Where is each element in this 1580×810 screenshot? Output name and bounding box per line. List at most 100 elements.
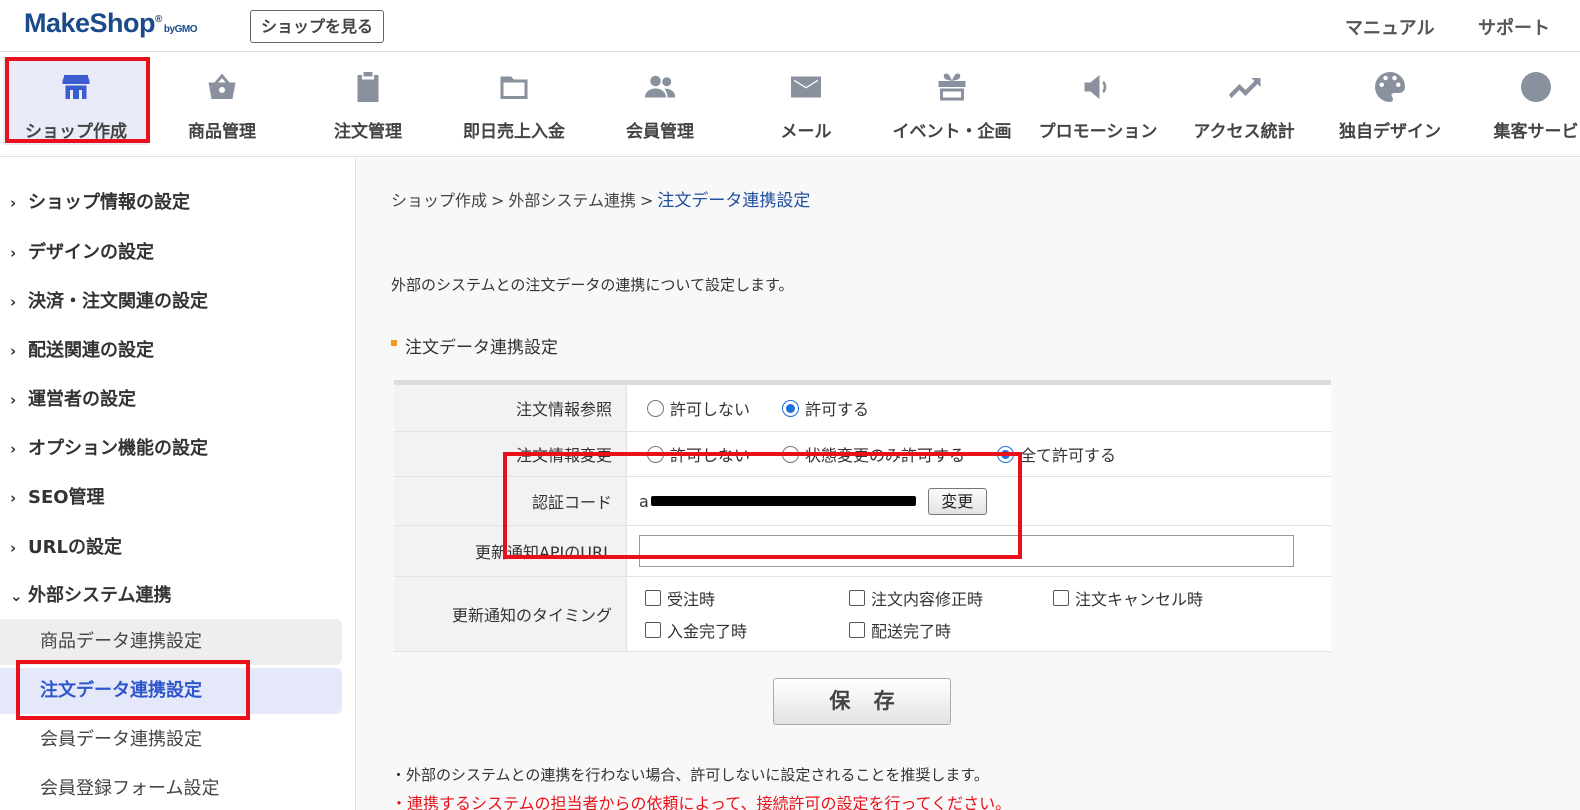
palette-icon xyxy=(1317,69,1463,113)
sidebar-item-operator[interactable]: › 運営者の設定 xyxy=(10,385,136,411)
sidebar-item-label: 運営者の設定 xyxy=(28,389,136,410)
radio-label: 全て許可する xyxy=(1020,446,1117,465)
chevron-right-icon: › xyxy=(10,539,17,557)
nav-item-marketing[interactable]: 集客サービ xyxy=(1463,57,1580,145)
logo-reg-mark: ® xyxy=(155,14,162,25)
mail-icon xyxy=(733,69,879,113)
nav-item-access-stats[interactable]: アクセス統計 xyxy=(1171,57,1317,145)
checkbox-on-order-cancel[interactable]: 注文キャンセル時 xyxy=(1053,586,1253,610)
chevron-right-icon: › xyxy=(10,391,17,409)
checkbox-box xyxy=(849,622,865,638)
form-value: 許可しない 許可する xyxy=(627,385,1331,431)
checkbox-label: 注文キャンセル時 xyxy=(1075,590,1204,609)
radio-circle xyxy=(647,399,664,417)
sidebar-item-shop-info[interactable]: › ショップ情報の設定 xyxy=(10,188,190,214)
nav-label: プロモーション xyxy=(1038,122,1158,142)
breadcrumb-separator: > xyxy=(639,191,654,210)
sidebar-item-shipping[interactable]: › 配送関連の設定 xyxy=(10,336,154,362)
main-nav: ショップ作成 商品管理 注文管理 即日売上入金 会員管理 メール イベント・企画… xyxy=(0,53,1580,157)
checkbox-box xyxy=(1053,590,1069,606)
nav-item-promotion[interactable]: プロモーション xyxy=(1025,57,1171,145)
chevron-down-icon: ⌄ xyxy=(10,587,23,605)
checkbox-box xyxy=(645,622,661,638)
radio-order-view-allow[interactable]: 許可する xyxy=(782,396,869,420)
speaker-icon xyxy=(1025,69,1171,113)
top-bar: MakeShop®byGMO ショップを見る マニュアル サポート xyxy=(0,0,1580,52)
section-title-text: 注文データ連携設定 xyxy=(405,338,558,358)
sidebar-item-label: 外部システム連携 xyxy=(28,585,172,606)
nav-item-members[interactable]: 会員管理 xyxy=(587,57,733,145)
checkbox-label: 配送完了時 xyxy=(871,622,952,641)
sidebar-item-label: SEO管理 xyxy=(28,487,105,508)
breadcrumb-item[interactable]: ショップ作成 xyxy=(391,191,487,210)
nav-label: 注文管理 xyxy=(334,122,402,142)
checkbox-box xyxy=(849,590,865,606)
support-link[interactable]: サポート xyxy=(1478,14,1550,40)
form-row-order-view: 注文情報参照 許可しない 許可する xyxy=(394,385,1331,432)
sidebar-item-label: オプション機能の設定 xyxy=(28,438,208,459)
chevron-right-icon: › xyxy=(10,194,17,212)
breadcrumb-item[interactable]: 外部システム連携 xyxy=(508,191,636,210)
nav-label: 集客サービ xyxy=(1493,122,1579,142)
view-shop-button[interactable]: ショップを見る xyxy=(250,10,385,43)
nav-label: 即日売上入金 xyxy=(463,122,565,142)
note-warning: ・連携するシステムの担当者からの依頼によって、接続許可の設定を行ってください。 xyxy=(391,794,1012,810)
nav-item-products[interactable]: 商品管理 xyxy=(149,57,295,145)
logo-shop-text: Shop xyxy=(89,8,156,38)
checkbox-label: 受注時 xyxy=(667,590,716,609)
chevron-right-icon: › xyxy=(10,440,17,458)
globe-icon xyxy=(1463,69,1580,113)
nav-label: 商品管理 xyxy=(188,122,256,142)
sidebar-item-payment[interactable]: › 決済・注文関連の設定 xyxy=(10,287,208,313)
people-icon xyxy=(587,69,733,113)
timing-checkbox-group: 受注時 注文内容修正時 注文キャンセル時 入金完了時 配送完了時 xyxy=(645,586,1253,642)
save-button[interactable]: 保 存 xyxy=(773,678,951,725)
breadcrumb: ショップ作成 > 外部システム連携 > 注文データ連携設定 xyxy=(391,186,810,211)
highlight-box-nav xyxy=(5,57,150,143)
breadcrumb-separator: > xyxy=(491,191,505,210)
nav-label: メール xyxy=(780,122,832,142)
logo-by-gmo: byGMO xyxy=(163,24,198,35)
sidebar-item-external-system[interactable]: ⌄ 外部システム連携 xyxy=(10,581,171,607)
page-description: 外部のシステムとの注文データの連携について設定します。 xyxy=(391,276,794,294)
form-label: 更新通知のタイミング xyxy=(394,577,627,651)
radio-label: 許可する xyxy=(805,400,870,419)
chevron-right-icon: › xyxy=(10,244,17,262)
sidebar-subitem-member-form[interactable]: 会員登録フォーム設定 xyxy=(0,766,342,810)
section-title: 注文データ連携設定 xyxy=(391,333,558,358)
makeshop-logo[interactable]: MakeShop®byGMO xyxy=(24,8,197,39)
chevron-right-icon: › xyxy=(10,293,17,311)
nav-item-events[interactable]: イベント・企画 xyxy=(879,57,1025,145)
sidebar-subitem-member-data[interactable]: 会員データ連携設定 xyxy=(0,717,342,763)
checkbox-on-shipping-complete[interactable]: 配送完了時 xyxy=(849,618,1053,642)
clipboard-icon xyxy=(295,69,441,113)
sidebar-item-label: 配送関連の設定 xyxy=(28,340,154,361)
sidebar-subitem-product-data[interactable]: 商品データ連携設定 xyxy=(0,619,342,665)
nav-item-same-day-deposit[interactable]: 即日売上入金 xyxy=(441,57,587,145)
nav-item-orders[interactable]: 注文管理 xyxy=(295,57,441,145)
nav-label: 会員管理 xyxy=(626,122,694,142)
gift-icon xyxy=(879,69,1025,113)
sidebar-item-design[interactable]: › デザインの設定 xyxy=(10,238,154,264)
form-value: 受注時 注文内容修正時 注文キャンセル時 入金完了時 配送完了時 xyxy=(627,577,1331,651)
nav-label: イベント・企画 xyxy=(892,122,1012,142)
sidebar-item-seo[interactable]: › SEO管理 xyxy=(10,483,105,509)
trending-up-icon xyxy=(1171,69,1317,113)
sidebar-item-url[interactable]: › URLの設定 xyxy=(10,533,122,559)
sidebar-item-label: URLの設定 xyxy=(28,537,122,558)
section-marker xyxy=(391,340,397,346)
radio-order-view-deny[interactable]: 許可しない xyxy=(647,396,750,420)
checkbox-on-order[interactable]: 受注時 xyxy=(645,586,849,610)
nav-label: 独自デザイン xyxy=(1339,122,1441,142)
radio-circle-selected xyxy=(782,399,800,417)
manual-link[interactable]: マニュアル xyxy=(1345,14,1434,40)
checkbox-on-order-edit[interactable]: 注文内容修正時 xyxy=(849,586,1053,610)
highlight-box-sidebar xyxy=(16,660,250,720)
nav-item-mail[interactable]: メール xyxy=(733,57,879,145)
highlight-box-form xyxy=(503,452,1022,559)
sidebar-item-options[interactable]: › オプション機能の設定 xyxy=(10,434,208,460)
nav-item-custom-design[interactable]: 独自デザイン xyxy=(1317,57,1463,145)
note-recommendation: ・外部のシステムとの連携を行わない場合、許可しないに設定されることを推奨します。 xyxy=(391,766,989,784)
chevron-right-icon: › xyxy=(10,489,17,507)
checkbox-on-payment-complete[interactable]: 入金完了時 xyxy=(645,618,849,642)
